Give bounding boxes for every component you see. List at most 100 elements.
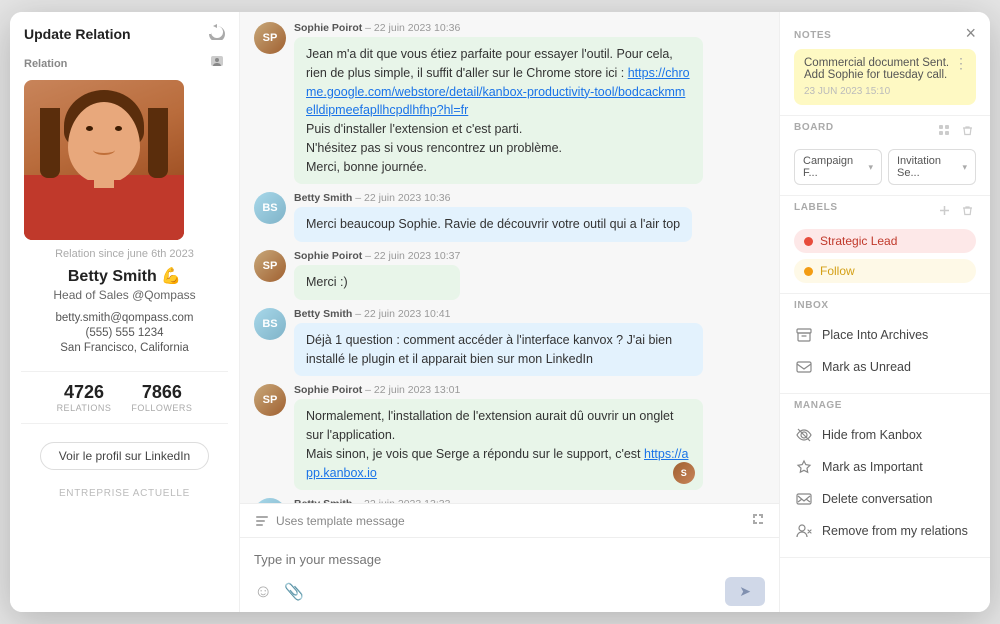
stat-relations-label: RELATIONS bbox=[57, 403, 112, 413]
delete-conversation-btn[interactable]: Delete conversation bbox=[794, 483, 976, 515]
mark-as-unread-btn[interactable]: Mark as Unread bbox=[794, 351, 976, 383]
avatar-betty: BS bbox=[254, 192, 286, 224]
header-icon-btn-1[interactable] bbox=[209, 24, 225, 44]
msg-meta: Betty Smith – 22 juin 2023 10:36 bbox=[294, 192, 692, 204]
labels-section: LABELS bbox=[780, 196, 990, 294]
manage-label: MANAGE bbox=[794, 400, 976, 411]
emoji-button[interactable]: ☺ bbox=[254, 581, 272, 602]
left-panel-header: Update Relation bbox=[10, 24, 239, 54]
right-panel: NOTES ⋮ Commercial document Sent. Add So… bbox=[780, 12, 990, 612]
avatar-sophie: SP bbox=[254, 22, 286, 54]
manage-section: MANAGE Hide from Kanbox Mark as bbox=[780, 394, 990, 558]
inline-avatar: S bbox=[673, 462, 695, 484]
note-menu-btn[interactable]: ⋮ bbox=[954, 55, 968, 72]
board-label: BOARD bbox=[794, 122, 834, 133]
label-dot-yellow bbox=[804, 267, 813, 276]
msg-text: Jean m'a dit que vous étiez parfaite pou… bbox=[294, 37, 703, 184]
mark-as-important-label: Mark as Important bbox=[822, 460, 923, 474]
msg-content: Betty Smith – 22 juin 2023 10:41 Déjà 1 … bbox=[294, 308, 703, 377]
msg-text: Normalement, l'installation de l'extensi… bbox=[294, 399, 703, 490]
expand-icon bbox=[751, 512, 765, 526]
template-bar: Uses template message bbox=[240, 503, 779, 537]
remove-from-relations-btn[interactable]: Remove from my relations bbox=[794, 515, 976, 547]
note-card: ⋮ Commercial document Sent. Add Sophie f… bbox=[794, 49, 976, 105]
notes-label: NOTES bbox=[794, 30, 976, 41]
stat-followers-value: 7866 bbox=[131, 382, 192, 403]
plus-icon bbox=[938, 204, 951, 217]
stat-relations: 4726 RELATIONS bbox=[57, 382, 112, 413]
place-into-archives-label: Place Into Archives bbox=[822, 328, 928, 342]
stats-row: 4726 RELATIONS 7866 FOLLOWERS bbox=[21, 371, 227, 424]
msg-content: Sophie Poirot – 22 juin 2023 10:37 Merci… bbox=[294, 250, 460, 300]
label-add-btn[interactable] bbox=[936, 204, 953, 220]
stat-followers: 7866 FOLLOWERS bbox=[131, 382, 192, 413]
template-left: Uses template message bbox=[254, 513, 405, 529]
stat-followers-label: FOLLOWERS bbox=[131, 403, 192, 413]
board-section: BOARD bbox=[780, 116, 990, 196]
modal-container: × Update Relation Relation bbox=[10, 12, 990, 612]
notes-section: NOTES ⋮ Commercial document Sent. Add So… bbox=[780, 24, 990, 116]
send-button[interactable]: ➤ bbox=[725, 577, 765, 606]
msg-text: Merci beaucoup Sophie. Ravie de découvri… bbox=[294, 207, 692, 242]
template-expand-btn[interactable] bbox=[751, 512, 765, 529]
labels-header: LABELS bbox=[794, 202, 976, 221]
note-text: Commercial document Sent. Add Sophie for… bbox=[804, 57, 966, 81]
chat-actions: ☺ 📎 ➤ bbox=[254, 577, 765, 606]
label-icons bbox=[936, 204, 976, 220]
archive-icon bbox=[794, 325, 814, 345]
note-date: 23 JUN 2023 15:10 bbox=[804, 86, 966, 97]
board-select-2[interactable]: Invitation Se... ▾ bbox=[888, 149, 976, 185]
board-select-1[interactable]: Campaign F... ▾ bbox=[794, 149, 882, 185]
modal-title: Update Relation bbox=[24, 26, 131, 42]
chevron-down-icon: ▾ bbox=[868, 162, 873, 173]
stat-relations-value: 4726 bbox=[57, 382, 112, 403]
board-add-btn[interactable] bbox=[936, 124, 953, 140]
refresh-icon bbox=[209, 24, 225, 40]
msg-content: Betty Smith – 22 juin 2023 10:36 Merci b… bbox=[294, 192, 692, 242]
mark-as-important-btn[interactable]: Mark as Important bbox=[794, 451, 976, 483]
msg-meta: Sophie Poirot – 22 juin 2023 10:36 bbox=[294, 22, 703, 34]
message-row: BS Betty Smith – 22 juin 2023 10:41 Déjà… bbox=[254, 308, 765, 377]
inbox-label: INBOX bbox=[794, 300, 976, 311]
kanbox-link[interactable]: https://app.kanbox.io bbox=[306, 447, 688, 480]
message-row: SP Sophie Poirot – 22 juin 2023 10:36 Je… bbox=[254, 22, 765, 184]
contact-title: Head of Sales @Qompass bbox=[53, 288, 195, 302]
message-input[interactable] bbox=[254, 546, 765, 573]
remove-from-relations-label: Remove from my relations bbox=[822, 524, 968, 538]
board-delete-btn[interactable] bbox=[959, 124, 976, 140]
msg-meta: Sophie Poirot – 22 juin 2023 13:01 bbox=[294, 384, 703, 396]
template-label: Uses template message bbox=[276, 514, 405, 528]
board-header: BOARD bbox=[794, 122, 976, 141]
linkedin-button[interactable]: Voir le profil sur LinkedIn bbox=[40, 442, 209, 470]
label-delete-btn[interactable] bbox=[959, 204, 976, 220]
msg-meta: Betty Smith – 22 juin 2023 10:41 bbox=[294, 308, 703, 320]
mark-as-unread-label: Mark as Unread bbox=[822, 360, 911, 374]
msg-content: Sophie Poirot – 22 juin 2023 13:01 Norma… bbox=[294, 384, 703, 490]
header-icons bbox=[209, 24, 225, 44]
message-row: BS Betty Smith – 22 juin 2023 10:36 Merc… bbox=[254, 192, 765, 242]
chrome-link[interactable]: https://chrome.google.com/webstore/detai… bbox=[306, 66, 690, 118]
board-icons bbox=[936, 124, 976, 140]
relation-label: Relation bbox=[24, 54, 225, 74]
delete-icon bbox=[794, 489, 814, 509]
msg-content: Sophie Poirot – 22 juin 2023 10:36 Jean … bbox=[294, 22, 703, 184]
entreprise-label: ENTREPRISE ACTUELLE bbox=[59, 488, 190, 499]
trash-icon bbox=[961, 204, 974, 217]
place-into-archives-btn[interactable]: Place Into Archives bbox=[794, 319, 976, 351]
chat-messages: SP Sophie Poirot – 22 juin 2023 10:36 Je… bbox=[240, 12, 779, 503]
hide-from-kanbox-btn[interactable]: Hide from Kanbox bbox=[794, 419, 976, 451]
left-panel: Update Relation Relation bbox=[10, 12, 240, 612]
contact-email: betty.smith@qompass.com bbox=[55, 312, 193, 324]
chat-input-area: ☺ 📎 ➤ bbox=[240, 537, 779, 612]
close-button[interactable]: × bbox=[965, 24, 976, 42]
label-follow: Follow bbox=[794, 259, 976, 283]
relation-icon-btn[interactable] bbox=[209, 54, 225, 74]
attachment-button[interactable]: 📎 bbox=[284, 581, 304, 602]
avatar-sophie: SP bbox=[254, 250, 286, 282]
label-dot-red bbox=[804, 237, 813, 246]
board-row: Campaign F... ▾ Invitation Se... ▾ bbox=[794, 149, 976, 185]
labels-list: Strategic Lead Follow bbox=[794, 229, 976, 283]
labels-label: LABELS bbox=[794, 202, 838, 213]
inbox-section: INBOX Place Into Archives bbox=[780, 294, 990, 394]
avatar bbox=[24, 80, 184, 240]
